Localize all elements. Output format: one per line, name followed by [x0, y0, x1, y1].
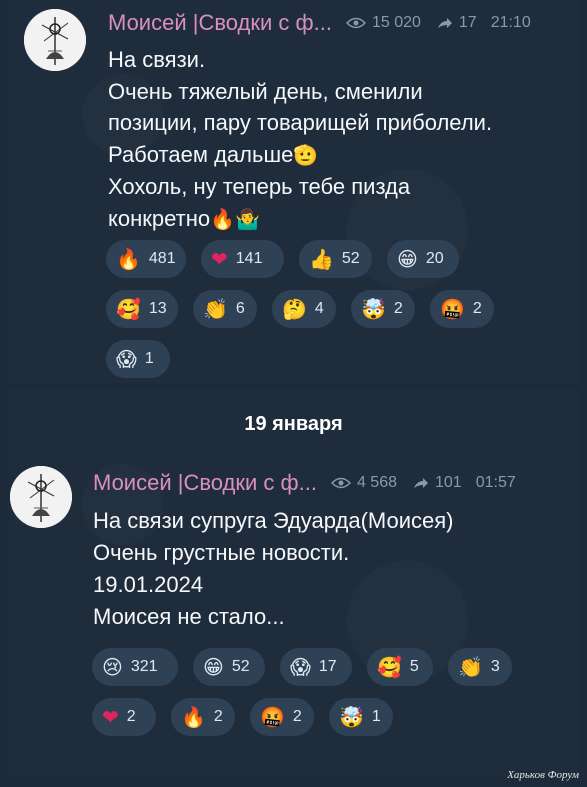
- message-meta: 15 020 17 21:10: [345, 14, 531, 32]
- views-eye-icon: [345, 17, 366, 29]
- reaction-screaming[interactable]: 😱 17: [280, 648, 352, 686]
- message-line: Моисея не стало...: [93, 604, 285, 629]
- thinking-emoji: 🤔: [282, 297, 307, 321]
- reaction-thumbs-up[interactable]: 👍 52: [299, 240, 372, 278]
- reaction-cursing[interactable]: 🤬 2: [430, 290, 494, 328]
- reaction-clapping[interactable]: 👏 6: [193, 290, 257, 328]
- message-line-with-emoji: Работаем дальше🫡: [108, 139, 492, 172]
- forward-arrow-icon: [437, 18, 452, 28]
- reactions-bar: 😢 321 😁 52 😱 17 🥰 5 👏 3 ❤ 2 🔥 2 🤬 2 🤯 1: [92, 648, 532, 736]
- clapping-emoji: 👏: [458, 655, 483, 679]
- reaction-mind-blown[interactable]: 🤯 2: [351, 290, 415, 328]
- channel-name[interactable]: Моисей |Сводки с ф...: [108, 10, 332, 36]
- reaction-count: 4: [314, 300, 324, 317]
- message-time: 21:10: [490, 14, 531, 31]
- hearts-face-emoji: 🥰: [116, 297, 141, 321]
- reaction-count: 6: [235, 300, 245, 317]
- message-line: На связи супруга Эдуарда(Моисея): [93, 508, 454, 533]
- reaction-grinning[interactable]: 😁 52: [193, 648, 265, 686]
- message-line: конкретно: [108, 205, 211, 231]
- views-count: 4 568: [356, 474, 397, 491]
- views-eye-icon: [330, 477, 351, 489]
- channel-name[interactable]: Моисей |Сводки с ф...: [93, 470, 317, 496]
- grinning-emoji: 😁: [397, 247, 418, 271]
- reaction-screaming[interactable]: 😱 1: [106, 340, 170, 378]
- reaction-fire[interactable]: 🔥 481: [106, 240, 186, 278]
- forwards-count: 17: [458, 14, 477, 31]
- reaction-mind-blown[interactable]: 🤯 1: [329, 698, 393, 736]
- message-text: На связи. Очень тяжелый день, сменили по…: [108, 44, 492, 235]
- reaction-count: 52: [341, 250, 360, 267]
- reaction-count: 20: [425, 250, 444, 267]
- reaction-grinning[interactable]: 😁 20: [387, 240, 459, 278]
- message-line: Очень тяжелый день, сменили: [108, 78, 423, 104]
- message-line-with-emoji: конкретно🔥🤷‍♂️: [108, 203, 492, 236]
- reaction-count: 13: [148, 300, 167, 317]
- fire-emoji: 🔥: [210, 206, 235, 231]
- message-header: Моисей |Сводки с ф... 15 020 17 21:10: [108, 10, 531, 36]
- reaction-count: 5: [409, 658, 419, 675]
- reaction-count: 321: [130, 658, 158, 675]
- reaction-hearts-face[interactable]: 🥰 5: [367, 648, 433, 686]
- reaction-count: 481: [148, 250, 176, 267]
- reaction-fire[interactable]: 🔥 2: [171, 698, 235, 736]
- watermark: Харьков Форум: [507, 769, 579, 781]
- reaction-count: 141: [235, 250, 263, 267]
- forward-arrow-icon: [414, 478, 428, 488]
- message-line: 19.01.2024: [93, 572, 204, 597]
- reaction-cursing[interactable]: 🤬 2: [250, 698, 314, 736]
- reaction-count: 52: [231, 658, 250, 675]
- salute-emoji: 🫡: [293, 142, 319, 167]
- reaction-thinking[interactable]: 🤔 4: [272, 290, 336, 328]
- date-separator: 19 января: [244, 413, 343, 435]
- message-meta: 4 568 101 01:57: [330, 474, 516, 492]
- message-header: Моисей |Сводки с ф... 4 568 101 01:57: [93, 470, 516, 496]
- reaction-hearts-face[interactable]: 🥰 13: [106, 290, 178, 328]
- avatar-image: [10, 466, 72, 528]
- reaction-count: 17: [318, 658, 337, 675]
- fire-emoji: 🔥: [181, 705, 206, 729]
- cursing-emoji: 🤬: [440, 297, 465, 321]
- message-text: На связи супруга Эдуарда(Моисея) Очень г…: [93, 505, 453, 633]
- reaction-count: 1: [144, 350, 154, 367]
- cursing-emoji: 🤬: [260, 705, 285, 729]
- reaction-count: 2: [472, 300, 482, 317]
- channel-avatar[interactable]: [10, 466, 72, 528]
- reaction-count: 2: [126, 708, 136, 725]
- clapping-emoji: 👏: [203, 297, 228, 321]
- message-time: 01:57: [475, 474, 516, 491]
- avatar-image: [24, 9, 86, 71]
- forwards-count: 101: [435, 474, 462, 491]
- hearts-face-emoji: 🥰: [377, 655, 402, 679]
- message-line: позиции, пару товарищей приболели.: [108, 110, 493, 135]
- reaction-crying[interactable]: 😢 321: [92, 648, 178, 686]
- views-count: 15 020: [371, 14, 421, 31]
- crying-emoji: 😢: [102, 655, 123, 679]
- message-line: На связи.: [108, 47, 206, 72]
- thumbs-up-emoji: 👍: [309, 247, 334, 271]
- grinning-emoji: 😁: [203, 655, 224, 679]
- mind-blown-emoji: 🤯: [361, 297, 386, 321]
- heart-emoji: ❤: [211, 247, 228, 271]
- reaction-count: 2: [213, 708, 223, 725]
- message-line: Работаем дальше: [108, 141, 294, 167]
- message-line: Хохоль, ну теперь тебе пизда: [108, 174, 411, 199]
- reaction-count: 1: [371, 708, 381, 725]
- reaction-count: 2: [292, 708, 302, 725]
- screaming-emoji: 😱: [116, 347, 137, 371]
- reaction-count: 2: [393, 300, 403, 317]
- shrug-emoji: 🤷‍♂️: [235, 206, 260, 231]
- reactions-bar: 🔥 481 ❤ 141 👍 52 😁 20 🥰 13 👏 6 🤔 4 🤯 2 🤬 2 😱 1: [106, 240, 506, 378]
- reaction-heart[interactable]: ❤ 2: [92, 698, 156, 736]
- reaction-count: 3: [490, 658, 500, 675]
- message-line: Очень грустные новости.: [93, 540, 350, 565]
- reaction-heart[interactable]: ❤ 141: [201, 240, 284, 278]
- channel-avatar[interactable]: [24, 9, 86, 71]
- screaming-emoji: 😱: [290, 655, 311, 679]
- reaction-clapping[interactable]: 👏 3: [448, 648, 512, 686]
- fire-emoji: 🔥: [116, 247, 141, 271]
- mind-blown-emoji: 🤯: [339, 705, 364, 729]
- heart-emoji: ❤: [102, 705, 119, 729]
